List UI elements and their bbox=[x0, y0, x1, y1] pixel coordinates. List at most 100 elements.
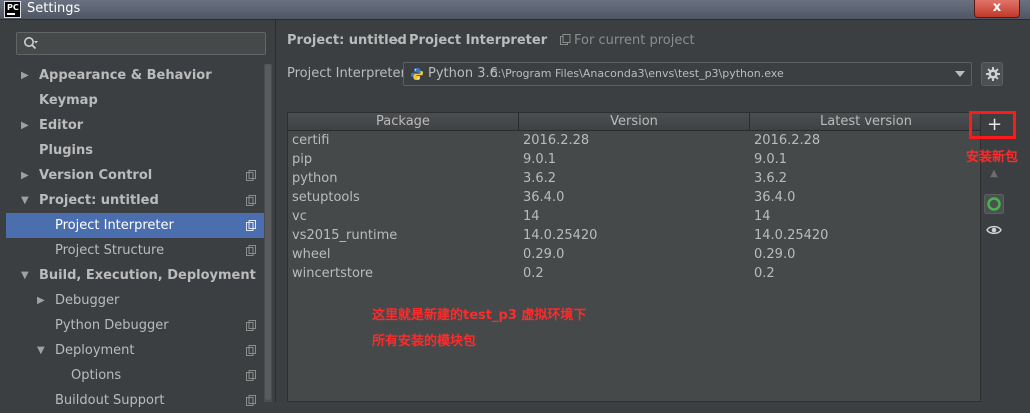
use-conda-button[interactable] bbox=[981, 193, 1007, 215]
sidebar-item-label: Version Control bbox=[39, 168, 153, 183]
sidebar-item-label: Editor bbox=[39, 118, 84, 133]
latest-version-cell: 0.2 bbox=[754, 266, 775, 281]
sidebar-item[interactable]: ▶ Debugger bbox=[6, 288, 272, 313]
close-button[interactable]: x bbox=[974, 0, 1020, 18]
collapse-arrow-icon[interactable]: ▼ bbox=[37, 338, 49, 363]
column-header-latest-version[interactable]: Latest version bbox=[750, 113, 980, 131]
sidebar-item[interactable]: Plugins bbox=[6, 138, 272, 163]
project-scope-icon bbox=[246, 345, 256, 356]
breadcrumb-separator: › bbox=[394, 33, 399, 47]
sidebar-item-label: Keymap bbox=[39, 93, 98, 108]
latest-version-cell: 0.29.0 bbox=[754, 247, 796, 262]
package-name-cell: certifi bbox=[292, 133, 330, 148]
sidebar-item-label: Buildout Support bbox=[55, 393, 165, 408]
sidebar-item[interactable]: ▼ Deployment bbox=[6, 338, 272, 363]
sidebar-item-label: Project Structure bbox=[55, 243, 165, 258]
table-row[interactable]: setuptools 36.4.0 36.4.0 bbox=[288, 188, 980, 207]
version-cell: 14 bbox=[523, 209, 540, 224]
version-cell: 9.0.1 bbox=[523, 152, 557, 167]
collapse-arrow-icon[interactable]: ▼ bbox=[21, 188, 33, 213]
sidebar-item[interactable]: Buildout Support bbox=[6, 388, 272, 413]
interpreter-select[interactable]: Python 3.6 C:\Program Files\Anaconda3\en… bbox=[403, 62, 972, 86]
panel-divider bbox=[275, 20, 276, 402]
sidebar-item[interactable]: ▶ Version Control bbox=[6, 163, 272, 188]
latest-version-cell: 2016.2.28 bbox=[754, 133, 821, 148]
sidebar-item[interactable]: Options bbox=[6, 363, 272, 388]
version-cell: 36.4.0 bbox=[523, 190, 565, 205]
tree-scrollbar[interactable] bbox=[264, 64, 272, 402]
package-name-cell: wheel bbox=[292, 247, 331, 262]
sidebar-item[interactable]: Python Debugger bbox=[6, 313, 272, 338]
table-row[interactable]: vc 14 14 bbox=[288, 207, 980, 226]
chevron-down-icon bbox=[955, 71, 965, 77]
table-row[interactable]: pip 9.0.1 9.0.1 bbox=[288, 150, 980, 169]
sidebar-item-label: Deployment bbox=[55, 343, 135, 358]
sidebar-item[interactable]: Keymap bbox=[6, 88, 272, 113]
table-header: Package Version Latest version bbox=[288, 113, 980, 131]
column-header-package[interactable]: Package bbox=[288, 113, 519, 131]
latest-version-cell: 14.0.25420 bbox=[754, 228, 829, 243]
sidebar-item-label: Debugger bbox=[55, 293, 120, 308]
sidebar-item[interactable]: ▶ Editor bbox=[6, 113, 272, 138]
sidebar-item[interactable]: ▼ Build, Execution, Deployment bbox=[6, 263, 272, 288]
project-scope-icon bbox=[246, 220, 256, 231]
annotation-note-line1: 这里就是新建的test_p3 虚拟环境下 bbox=[372, 308, 587, 323]
project-scope-icon bbox=[246, 320, 256, 331]
sidebar-item[interactable]: ▼ Project: untitled bbox=[6, 188, 272, 213]
sidebar-item-label: Project Interpreter bbox=[55, 218, 174, 233]
annotation-note-line2: 所有安装的模块包 bbox=[372, 334, 477, 349]
version-cell: 0.2 bbox=[523, 266, 544, 281]
table-row[interactable]: vs2015_runtime 14.0.25420 14.0.25420 bbox=[288, 226, 980, 245]
copy-icon bbox=[560, 34, 571, 45]
pycharm-logo-icon: PC bbox=[4, 1, 21, 18]
upgrade-package-button[interactable]: ▲ bbox=[981, 168, 1007, 190]
sidebar-item-label: Project: untitled bbox=[39, 193, 159, 208]
window-title: Settings bbox=[27, 1, 81, 16]
project-scope-icon bbox=[246, 395, 256, 406]
latest-version-cell: 36.4.0 bbox=[754, 190, 796, 205]
package-name-cell: wincertstore bbox=[292, 266, 373, 281]
sidebar-item-label: Options bbox=[71, 368, 122, 383]
scope-label: For current project bbox=[560, 33, 695, 48]
project-scope-icon bbox=[246, 170, 256, 181]
breadcrumb-parent[interactable]: Project: untitled bbox=[287, 33, 407, 48]
project-scope-icon bbox=[246, 370, 256, 381]
add-package-button[interactable]: + bbox=[987, 114, 1002, 136]
table-row[interactable]: certifi 2016.2.28 2016.2.28 bbox=[288, 131, 980, 150]
interpreter-label: Project Interpreter: bbox=[287, 66, 411, 81]
version-cell: 2016.2.28 bbox=[523, 133, 590, 148]
project-scope-icon bbox=[246, 195, 256, 206]
version-cell: 14.0.25420 bbox=[523, 228, 598, 243]
search-icon bbox=[24, 37, 38, 50]
sidebar-item[interactable]: Project Structure bbox=[6, 238, 272, 263]
table-row[interactable]: wincertstore 0.2 0.2 bbox=[288, 264, 980, 283]
table-row[interactable]: python 3.6.2 3.6.2 bbox=[288, 169, 980, 188]
python-icon bbox=[411, 68, 423, 80]
title-bar: PC Settings x bbox=[0, 0, 1030, 20]
package-name-cell: vs2015_runtime bbox=[292, 228, 398, 243]
sidebar-item[interactable]: Project Interpreter bbox=[6, 213, 272, 238]
breadcrumb-current: Project Interpreter bbox=[409, 33, 548, 48]
show-early-releases-button[interactable] bbox=[981, 219, 1007, 241]
packages-table: Package Version Latest version certifi 20… bbox=[287, 112, 981, 402]
collapse-arrow-icon[interactable]: ▼ bbox=[21, 263, 33, 288]
sidebar-item-label: Python Debugger bbox=[55, 318, 169, 333]
expand-arrow-icon[interactable]: ▶ bbox=[37, 288, 49, 313]
interpreter-settings-button[interactable] bbox=[981, 62, 1003, 86]
conda-ring-icon bbox=[984, 194, 1004, 214]
sidebar-item[interactable]: ▶ Appearance & Behavior bbox=[6, 63, 272, 88]
project-scope-icon bbox=[246, 245, 256, 256]
settings-search-input[interactable] bbox=[16, 32, 266, 55]
column-header-version[interactable]: Version bbox=[519, 113, 750, 131]
expand-arrow-icon[interactable]: ▶ bbox=[21, 63, 33, 88]
expand-arrow-icon[interactable]: ▶ bbox=[21, 163, 33, 188]
package-name-cell: setuptools bbox=[292, 190, 360, 205]
interpreter-path: C:\Program Files\Anaconda3\envs\test_p3\… bbox=[490, 67, 784, 80]
package-name-cell: python bbox=[292, 171, 338, 186]
package-name-cell: pip bbox=[292, 152, 313, 167]
latest-version-cell: 14 bbox=[754, 209, 771, 224]
gear-icon bbox=[986, 67, 1000, 81]
package-name-cell: vc bbox=[292, 209, 307, 224]
table-row[interactable]: wheel 0.29.0 0.29.0 bbox=[288, 245, 980, 264]
expand-arrow-icon[interactable]: ▶ bbox=[21, 113, 33, 138]
